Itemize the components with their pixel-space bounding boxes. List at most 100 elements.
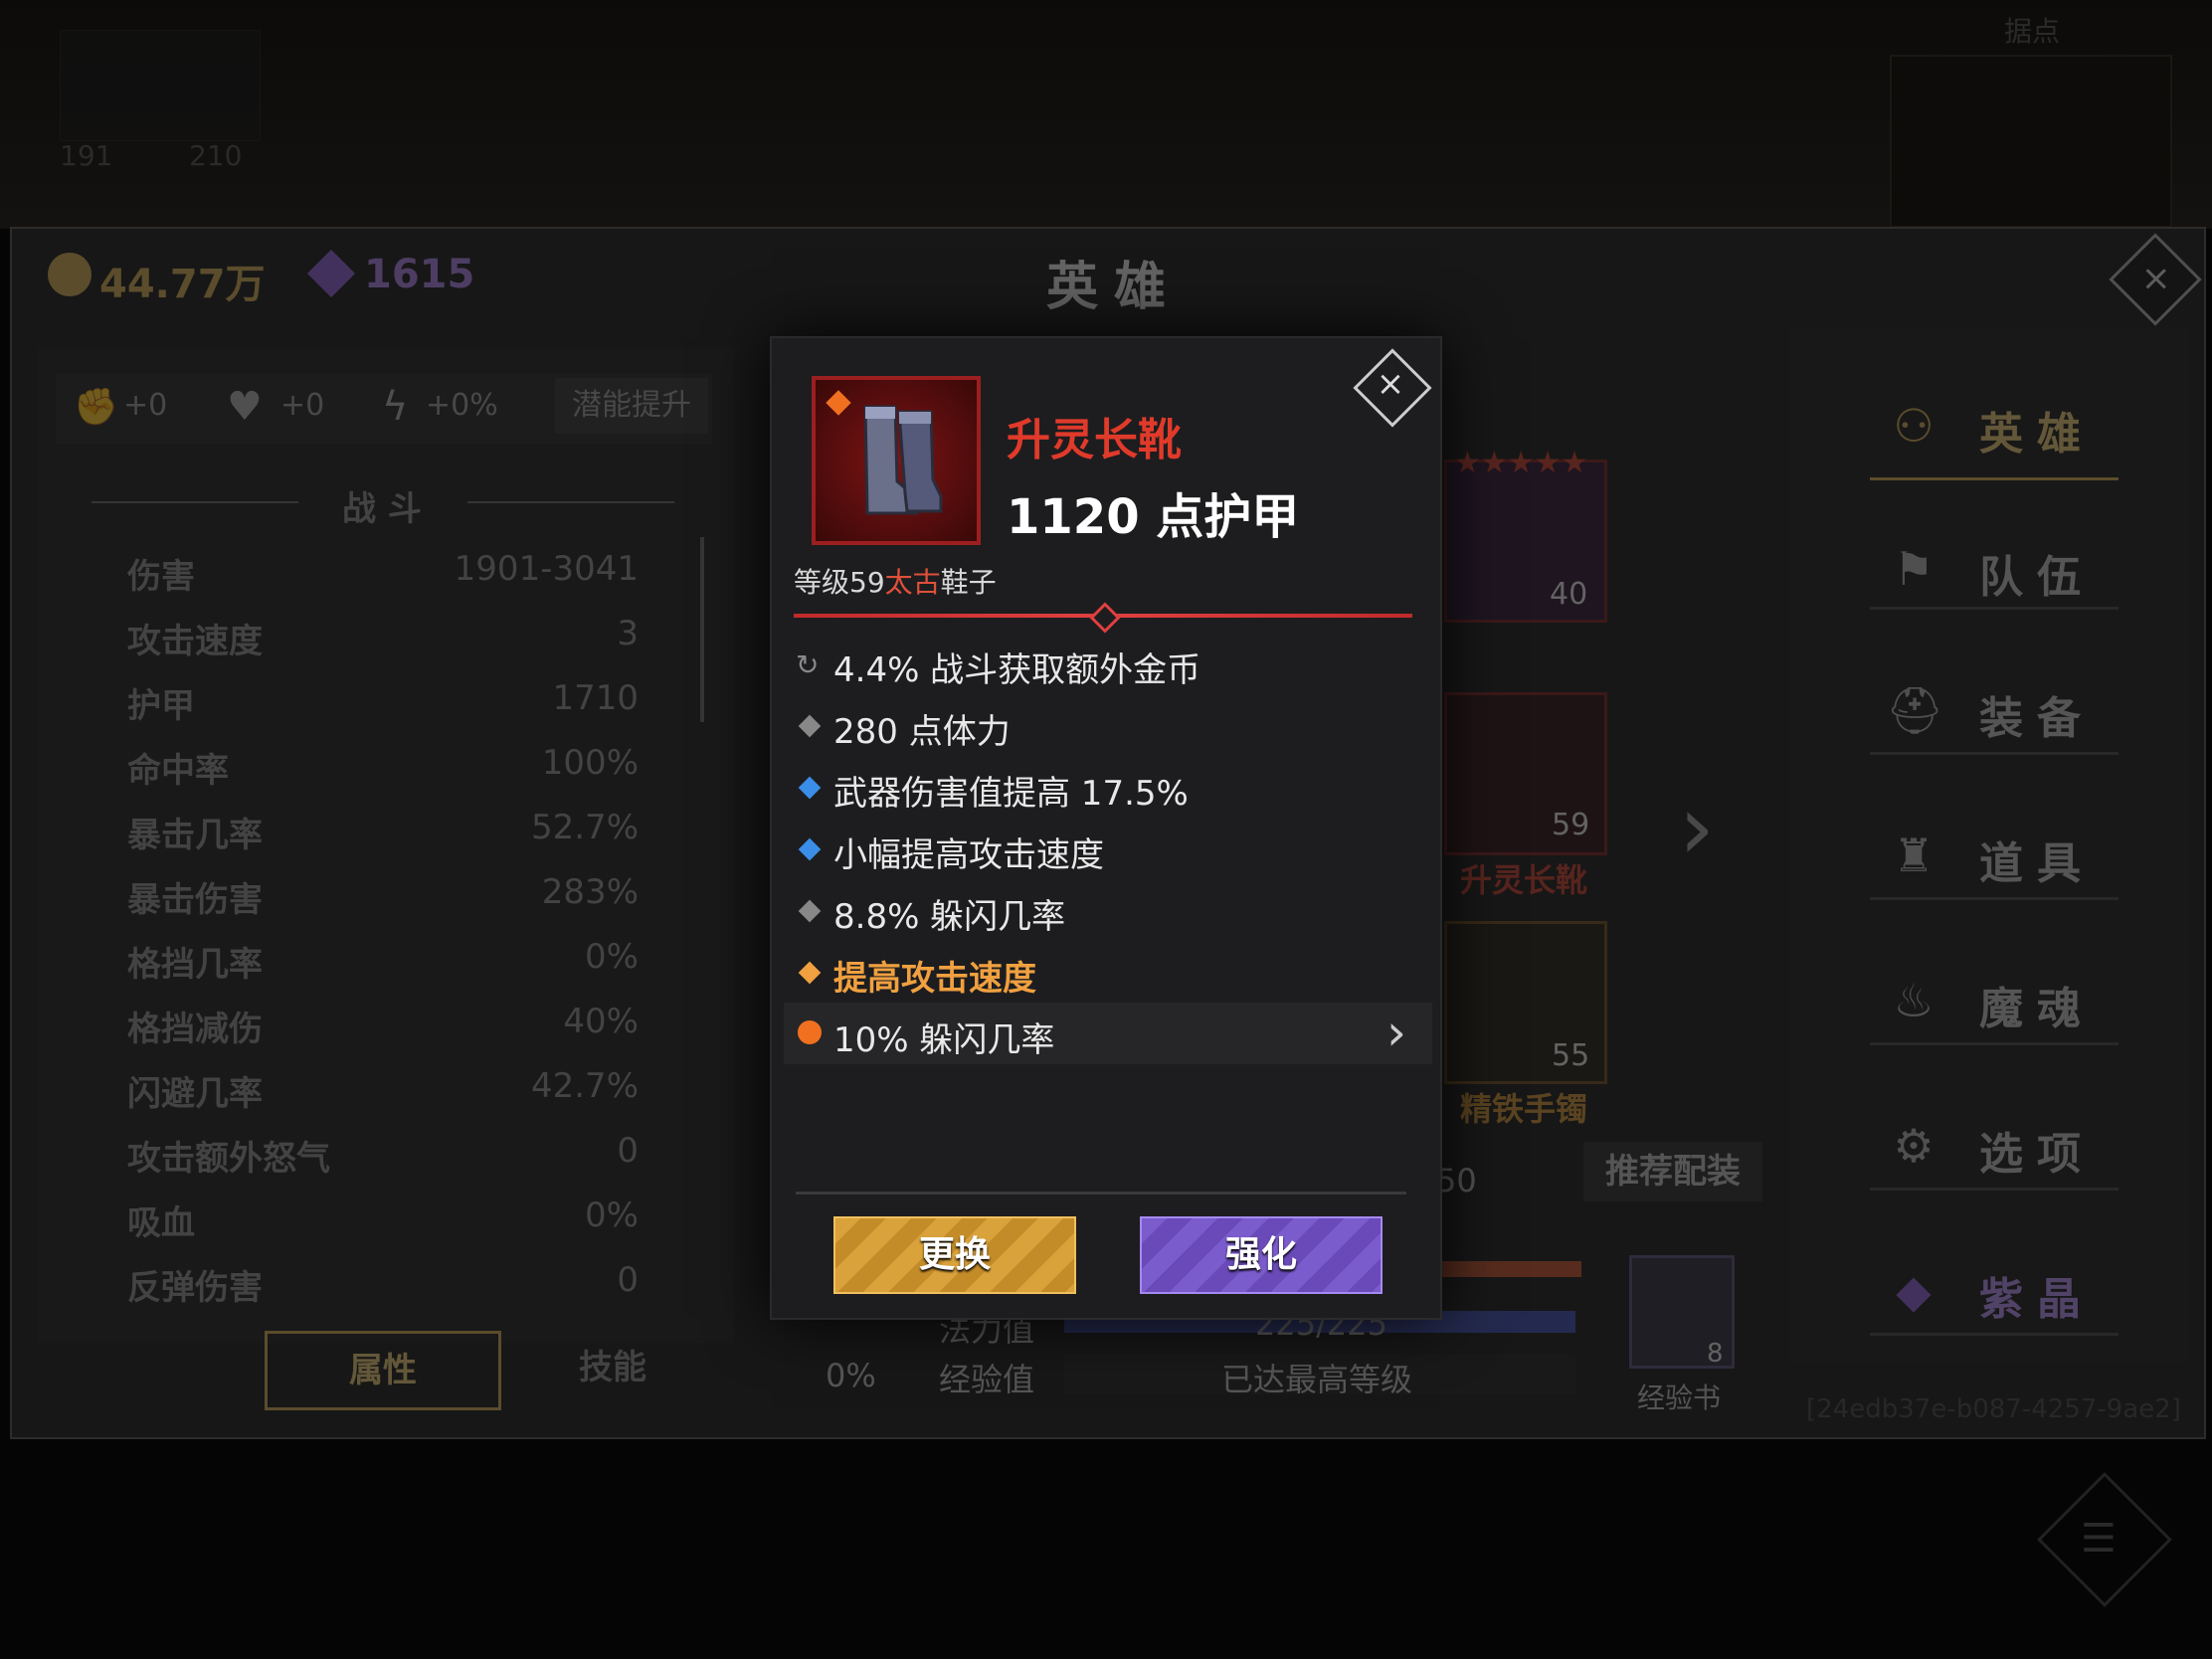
boots-icon: [863, 405, 943, 515]
item-name: 升灵长靴: [1007, 415, 1182, 465]
button-divider: [796, 1192, 1406, 1195]
refresh-icon: ↻: [796, 648, 820, 681]
nav-label: 选项: [1979, 1129, 2095, 1180]
recommend-build-button[interactable]: 推荐配装: [1583, 1142, 1762, 1201]
gear-icon: ⚙: [1893, 1119, 1935, 1173]
bracelet-level: 55: [1552, 1038, 1590, 1073]
boots-slot-name: 升灵长靴: [1460, 861, 1588, 899]
exp-value: 已达最高等级: [1221, 1361, 1413, 1398]
nav-hero[interactable]: ⚇ 英雄: [1870, 378, 2119, 480]
stat-value: 0: [617, 1131, 639, 1171]
item-level: 等级59: [794, 566, 885, 599]
item-meta: 等级59太古鞋子: [794, 561, 997, 601]
stat-value: 42.7%: [530, 1066, 639, 1106]
item-rarity: 太古: [884, 566, 941, 599]
nav-label: 道具: [1979, 838, 2095, 889]
item-icon-frame: [812, 376, 981, 545]
exp-book-label: 经验书: [1637, 1382, 1722, 1414]
left-percent: 0%: [826, 1357, 876, 1394]
stat-value: 3: [617, 614, 639, 653]
nav-equipment[interactable]: ⛑ 装备: [1870, 652, 2119, 755]
affix-line: 提高攻击速度: [833, 959, 1036, 999]
affix-line: 280 点体力: [833, 712, 1011, 752]
chevron-right-icon[interactable]: ›: [1386, 1003, 1406, 1062]
potential-button[interactable]: 潜能提升: [555, 378, 708, 434]
bracelet-slot-name: 精铁手镯: [1460, 1090, 1588, 1128]
nav-label: 魔魂: [1979, 984, 2095, 1034]
gold-amount: 44.77万: [99, 262, 266, 307]
gem-amount: 1615: [364, 252, 475, 297]
window-close-button[interactable]: ×: [2109, 233, 2202, 326]
star-rating-icon: ★★★★★: [1454, 446, 1588, 480]
hero-icon: ⚇: [1893, 399, 1935, 453]
stat-value: 0: [617, 1260, 639, 1300]
stat-label: 格挡几率: [127, 945, 263, 985]
chevron-right-icon[interactable]: ›: [1679, 776, 1715, 880]
bag-icon: ♜: [1893, 829, 1935, 882]
crystal-icon: ◆: [1896, 1264, 1932, 1318]
nav-options[interactable]: ⚙ 选项: [1870, 1088, 2119, 1191]
nav-label: 英雄: [1979, 409, 2095, 460]
stat-value: 100%: [541, 743, 639, 783]
stat-value: 0%: [585, 1196, 639, 1235]
rarity-gem-icon: [826, 390, 851, 416]
stat-label: 吸血: [127, 1203, 195, 1243]
health-bonus: +0: [280, 388, 325, 423]
stat-value: 0%: [585, 937, 639, 977]
helmet-icon: ⛑: [1886, 683, 1944, 737]
heart-icon: ♥: [227, 384, 263, 430]
item-main-stat: 1120 点护甲: [1007, 489, 1300, 545]
strength-bonus: +0: [123, 388, 168, 423]
boots-level: 59: [1552, 808, 1590, 842]
affix-line: 小幅提高攻击速度: [833, 835, 1104, 875]
rage-bar: [1432, 1261, 1581, 1277]
close-icon: ×: [2140, 258, 2171, 299]
stat-label: 护甲: [127, 686, 195, 726]
section-divider: [467, 501, 674, 503]
tab-skills[interactable]: 技能: [497, 1331, 728, 1404]
stat-label: 命中率: [127, 751, 229, 791]
nav-crystal[interactable]: ◆ 紫晶: [1870, 1233, 2119, 1336]
stat-value: 1901-3041: [454, 549, 639, 589]
enhance-button[interactable]: 强化: [1140, 1216, 1382, 1294]
section-title: 战 斗: [342, 489, 422, 529]
affix-line: 8.8% 躲闪几率: [833, 897, 1066, 937]
affix-line: 10% 躲闪几率: [833, 1020, 1055, 1060]
stat-value: 40%: [563, 1002, 639, 1041]
affix-line: 武器伤害值提高 17.5%: [833, 774, 1189, 814]
stat-label: 闪避几率: [127, 1074, 263, 1114]
stat-label: 伤害: [127, 557, 195, 597]
nav-soul[interactable]: ♨ 魔魂: [1870, 943, 2119, 1045]
nav-label: 装备: [1979, 693, 2095, 744]
stat-value: 1710: [552, 678, 639, 718]
stat-label: 反弹伤害: [127, 1268, 263, 1308]
flag-icon: ⚑: [1893, 542, 1935, 596]
hero-level: 40: [1550, 577, 1588, 612]
exp-label: 经验值: [939, 1361, 1035, 1398]
nav-items[interactable]: ♜ 道具: [1870, 798, 2119, 900]
stat-value: 283%: [541, 872, 639, 912]
stat-label: 攻击额外怒气: [127, 1139, 330, 1179]
partial-stat: 50: [1436, 1162, 1477, 1199]
replace-button[interactable]: 更换: [833, 1216, 1076, 1294]
tab-attributes[interactable]: 属性: [265, 1331, 501, 1410]
speed-bonus: +0%: [426, 388, 498, 423]
nav-label: 队伍: [1979, 552, 2095, 603]
menu-icon: ☰: [2081, 1516, 2117, 1562]
section-divider: [92, 501, 298, 503]
strength-icon: ✊: [74, 387, 118, 428]
stat-label: 格挡减伤: [127, 1010, 263, 1049]
gem-icon: [306, 249, 356, 298]
session-id: [24edb37e-b087-4257-9ae2]: [1806, 1394, 2181, 1424]
nav-team[interactable]: ⚑ 队伍: [1870, 507, 2119, 610]
nav-label: 紫晶: [1979, 1274, 2095, 1325]
stats-scrollbar[interactable]: [700, 537, 704, 722]
window-title: 英雄: [1046, 258, 1183, 317]
socket-gem-icon: [798, 1020, 822, 1044]
close-icon[interactable]: ×: [1371, 364, 1410, 404]
lightning-icon: ϟ: [382, 384, 409, 430]
flame-icon: ♨: [1893, 974, 1935, 1027]
stat-label: 暴击几率: [127, 816, 263, 855]
stat-label: 暴击伤害: [127, 880, 263, 920]
affix-line: 4.4% 战斗获取额外金币: [833, 650, 1201, 690]
